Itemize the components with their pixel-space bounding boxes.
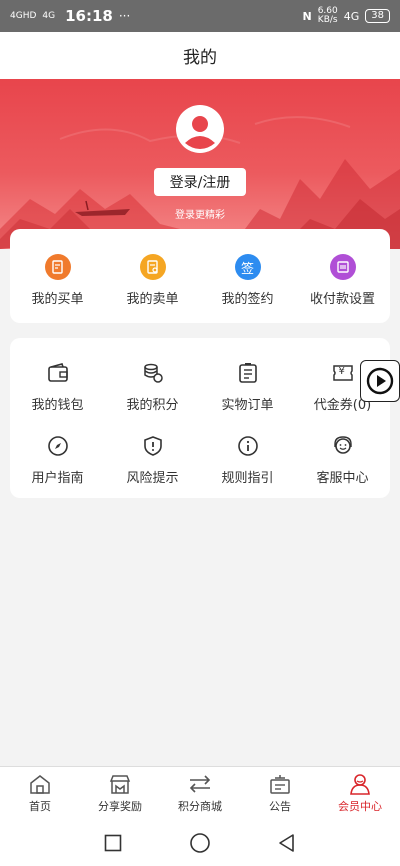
service-customer-service[interactable]: 客服中心 [295,433,390,486]
service-label: 实物订单 [221,398,274,413]
services-card: 我的钱包 我的积分 实物订单 ¥ 代金券(0) 用户指南 风险提示 规则指引 客… [10,338,390,498]
network-speed: 6.60 KB/s [318,7,338,25]
service-label: 我的积分 [126,398,179,413]
status-bar: 4GHD 4G 16:18 ··· N 6.60 KB/s 4G 38 [0,0,400,32]
nfc-icon: N [302,9,312,23]
tab-member-center[interactable]: 会员中心 [320,767,400,820]
home-icon [30,775,50,794]
share-store-icon [109,775,131,794]
info-icon [235,433,261,459]
tab-label: 公告 [269,800,291,813]
bottom-tab-bar: 首页 分享奖励 积分商城 公告 会员中心 [0,766,400,820]
network-indicator: 4GHD [10,10,37,21]
quick-actions-card: 我的买单 我的卖单 签 我的签约 收付款设置 [10,229,390,323]
service-user-guide[interactable]: 用户指南 [10,433,105,486]
login-register-button[interactable]: 登录/注册 [154,168,246,196]
exchange-icon [189,775,211,793]
shield-alert-icon [140,433,166,459]
system-navigation-bar [0,820,400,866]
service-points[interactable]: 我的积分 [105,360,200,413]
service-risk-warning[interactable]: 风险提示 [105,433,200,486]
play-icon [366,367,394,395]
voucher-glyph: ¥ [338,366,345,377]
service-wallet[interactable]: 我的钱包 [10,360,105,413]
service-label: 客服中心 [316,471,369,486]
network-indicator-2: 4G [42,10,56,21]
tab-share-rewards[interactable]: 分享奖励 [80,767,160,820]
service-label: 用户指南 [31,471,84,486]
tab-label: 分享奖励 [98,800,142,813]
tab-label: 首页 [29,800,51,813]
buy-order-icon [44,254,71,280]
coins-icon [140,360,166,386]
service-rules-guide[interactable]: 规则指引 [200,433,295,486]
quick-action-label: 收付款设置 [309,292,375,307]
battery-indicator: 38 [365,9,390,23]
quick-action-label: 我的卖单 [126,292,179,307]
voucher-icon: ¥ [330,360,356,386]
home-button-icon[interactable] [189,832,211,854]
avatar[interactable] [176,105,224,153]
quick-action-label: 我的签约 [221,292,274,307]
customer-service-icon [330,433,356,459]
quick-action-sell-orders[interactable]: 我的卖单 [105,254,200,307]
signal-4g: 4G [343,9,360,23]
back-icon[interactable] [277,833,297,853]
tab-points-mall[interactable]: 积分商城 [160,767,240,820]
member-icon [350,774,370,795]
speed-unit: KB/s [317,15,338,25]
service-label: 风险提示 [126,471,179,486]
service-physical-orders[interactable]: 实物订单 [200,360,295,413]
wallet-icon [45,360,71,386]
quick-action-sign[interactable]: 签 我的签约 [200,254,295,307]
more-dots: ··· [118,9,131,23]
status-time: 16:18 [65,7,113,25]
recent-apps-icon[interactable] [103,833,123,853]
quick-action-buy-orders[interactable]: 我的买单 [10,254,105,307]
sell-order-icon [139,254,166,280]
service-label: 规则指引 [221,471,274,486]
payment-settings-icon [329,254,356,280]
user-avatar-icon [178,107,222,151]
floating-play-button[interactable] [360,360,400,402]
service-label: 我的钱包 [31,398,84,413]
login-hint: 登录更精彩 [175,210,225,221]
notice-icon [270,775,290,794]
compass-icon [45,433,71,459]
tab-home[interactable]: 首页 [0,767,80,820]
order-list-icon [235,360,261,386]
tab-label: 会员中心 [338,800,382,813]
sign-icon: 签 [234,254,261,280]
page-title: 我的 [0,32,400,79]
tab-notice[interactable]: 公告 [240,767,320,820]
tab-label: 积分商城 [178,800,222,813]
quick-action-label: 我的买单 [31,292,84,307]
quick-action-payment-settings[interactable]: 收付款设置 [295,254,390,307]
